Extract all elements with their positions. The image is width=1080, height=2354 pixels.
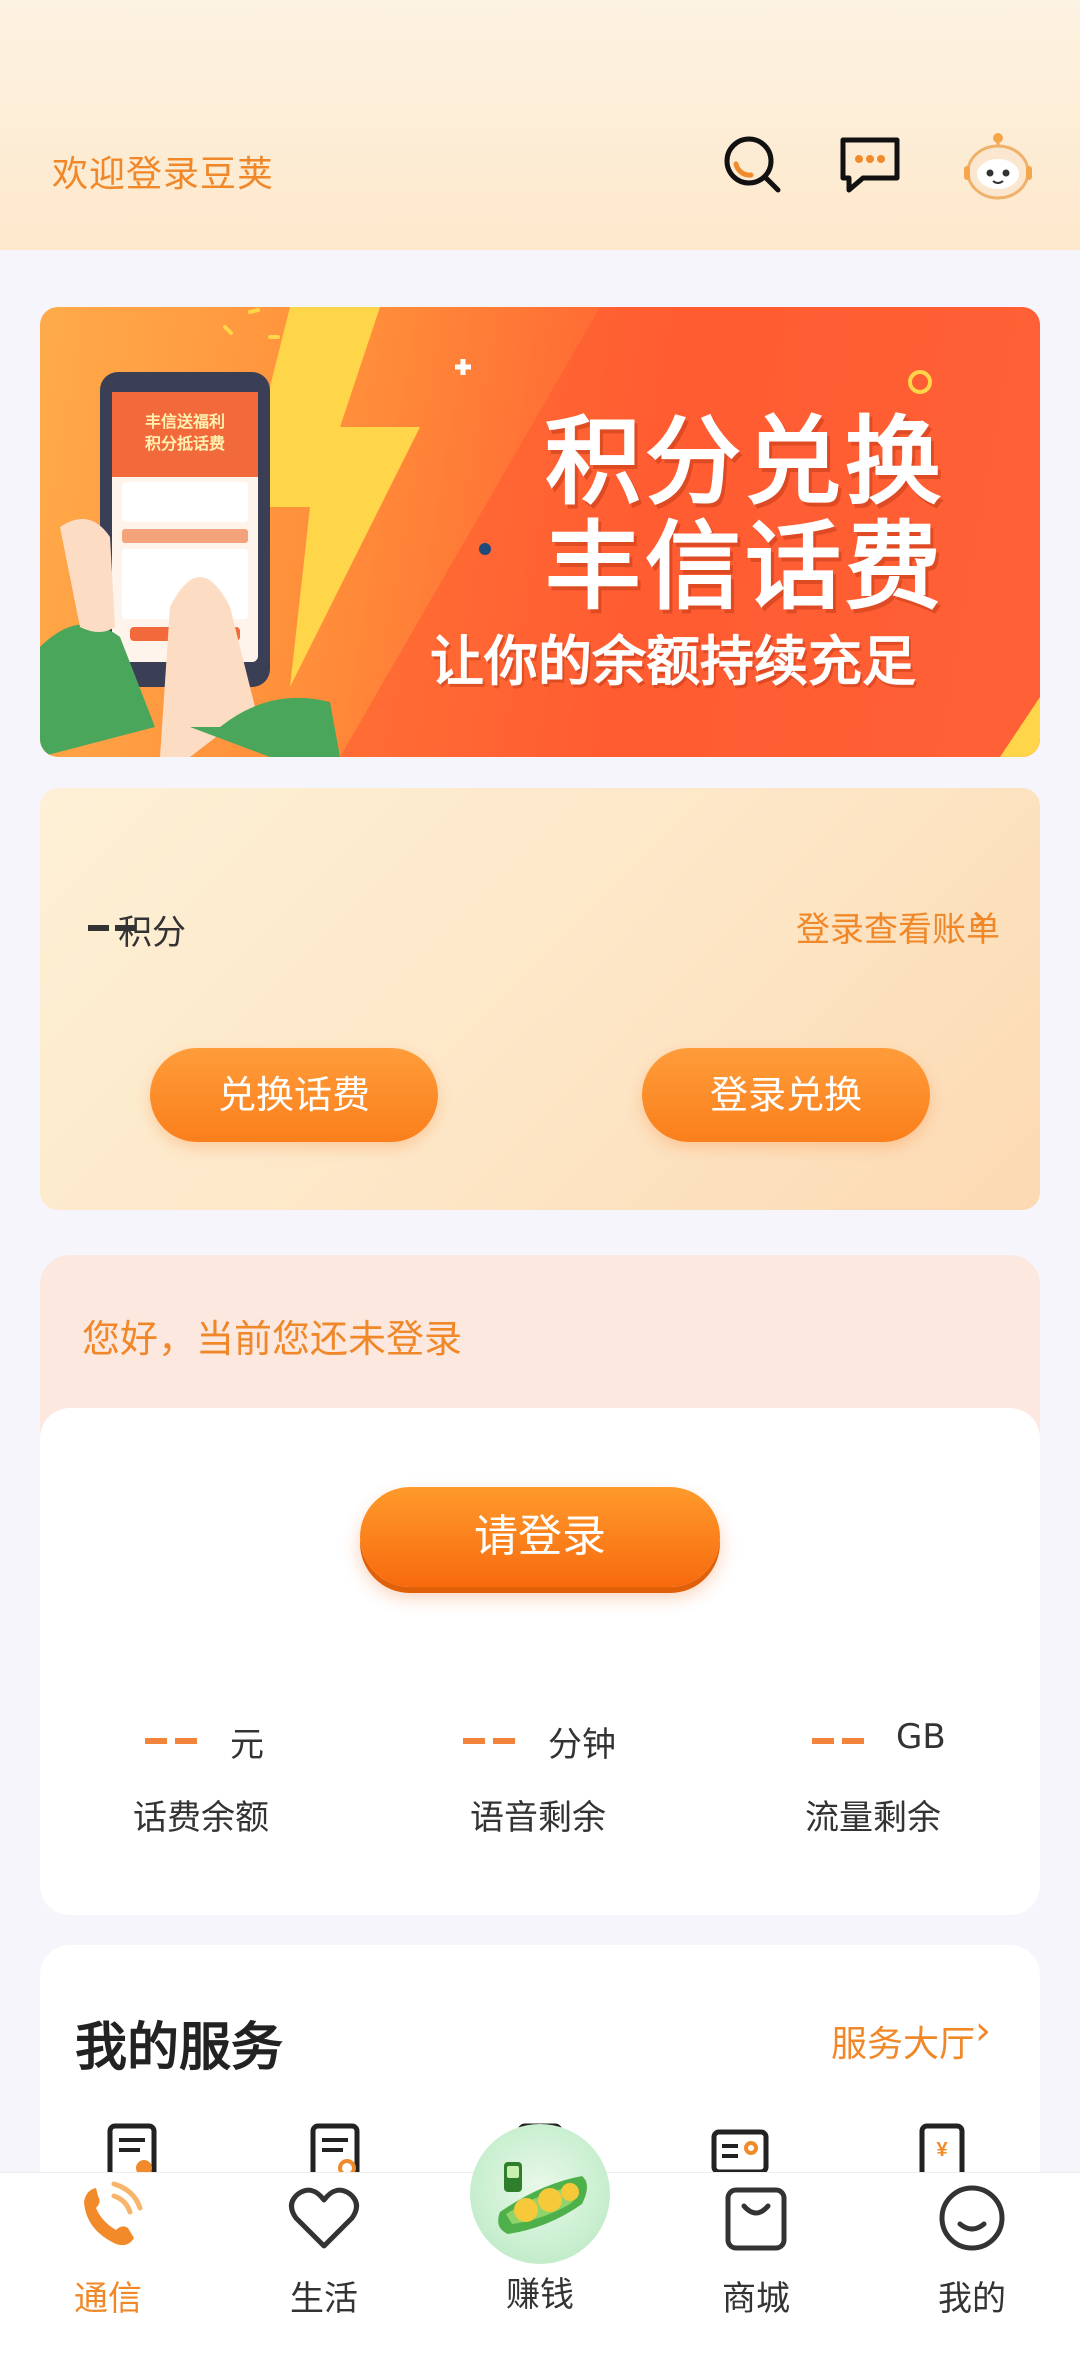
tab-label: 通信 [74, 2279, 142, 2319]
welcome-login-link[interactable]: 欢迎登录豆荚 [52, 145, 274, 197]
shopping-bag-icon [716, 2178, 796, 2258]
voice-value-dash [493, 1738, 515, 1744]
search-icon[interactable] [718, 130, 788, 200]
balance-value-dash [175, 1738, 197, 1744]
balance-label: 话费余额 [133, 1798, 269, 1838]
service-hall-link[interactable]: 服务大厅 [831, 2015, 975, 2067]
smile-face-icon [932, 2178, 1012, 2258]
heart-icon [284, 2178, 364, 2258]
phone-caption-1: 丰信送福利 [145, 412, 225, 431]
header [0, 0, 1080, 250]
chevron-right-icon[interactable]: › [975, 2008, 991, 2054]
not-logged-in-text: 您好，当前您还未登录 [82, 1317, 463, 1361]
tab-life[interactable]: 生活 [216, 2173, 432, 2354]
login-button[interactable]: 请登录 [360, 1487, 720, 1587]
data-value-dash [812, 1738, 834, 1744]
tab-label: 赚钱 [506, 2275, 574, 2315]
robot-avatar-icon[interactable] [960, 128, 1036, 204]
promo-banner[interactable]: 丰信送福利 积分抵话费 积分兑换 丰信话费 让你的余额持续充足 [40, 307, 1040, 757]
balance-value-dash [145, 1738, 167, 1744]
tab-label: 商城 [722, 2279, 790, 2319]
voice-label: 语音剩余 [470, 1798, 606, 1838]
balance-unit: 元 [230, 1725, 264, 1765]
svg-text:¥: ¥ [936, 2139, 948, 2161]
message-icon[interactable] [835, 130, 905, 200]
tab-mine[interactable]: 我的 [864, 2173, 1080, 2354]
points-card [40, 788, 1040, 1210]
tab-communication[interactable]: 通信 [0, 2173, 216, 2354]
services-title: 我的服务 [75, 2018, 284, 2078]
pea-mascot-icon[interactable] [470, 2124, 610, 2264]
login-exchange-button[interactable]: 登录兑换 [642, 1048, 930, 1142]
data-value-dash [842, 1738, 864, 1744]
banner-headline-2: 丰信话费 [545, 511, 945, 623]
data-unit: GB [896, 1717, 946, 1757]
exchange-credit-button[interactable]: 兑换话费 [150, 1048, 438, 1142]
points-label: 积分 [118, 913, 186, 953]
data-label: 流量剩余 [805, 1798, 941, 1838]
voice-unit: 分钟 [548, 1725, 616, 1765]
tab-label: 生活 [290, 2279, 358, 2319]
chevron-right-icon[interactable]: › [972, 896, 988, 942]
phone-caption-2: 积分抵话费 [145, 434, 225, 453]
view-bill-link[interactable]: 登录查看账单 [796, 902, 1000, 951]
banner-subline: 让你的余额持续充足 [430, 630, 916, 693]
voice-value-dash [463, 1738, 485, 1744]
points-value-placeholder-dash [88, 925, 109, 931]
phone-icon [68, 2178, 148, 2258]
tab-label: 我的 [938, 2279, 1006, 2319]
tab-mall[interactable]: 商城 [648, 2173, 864, 2354]
